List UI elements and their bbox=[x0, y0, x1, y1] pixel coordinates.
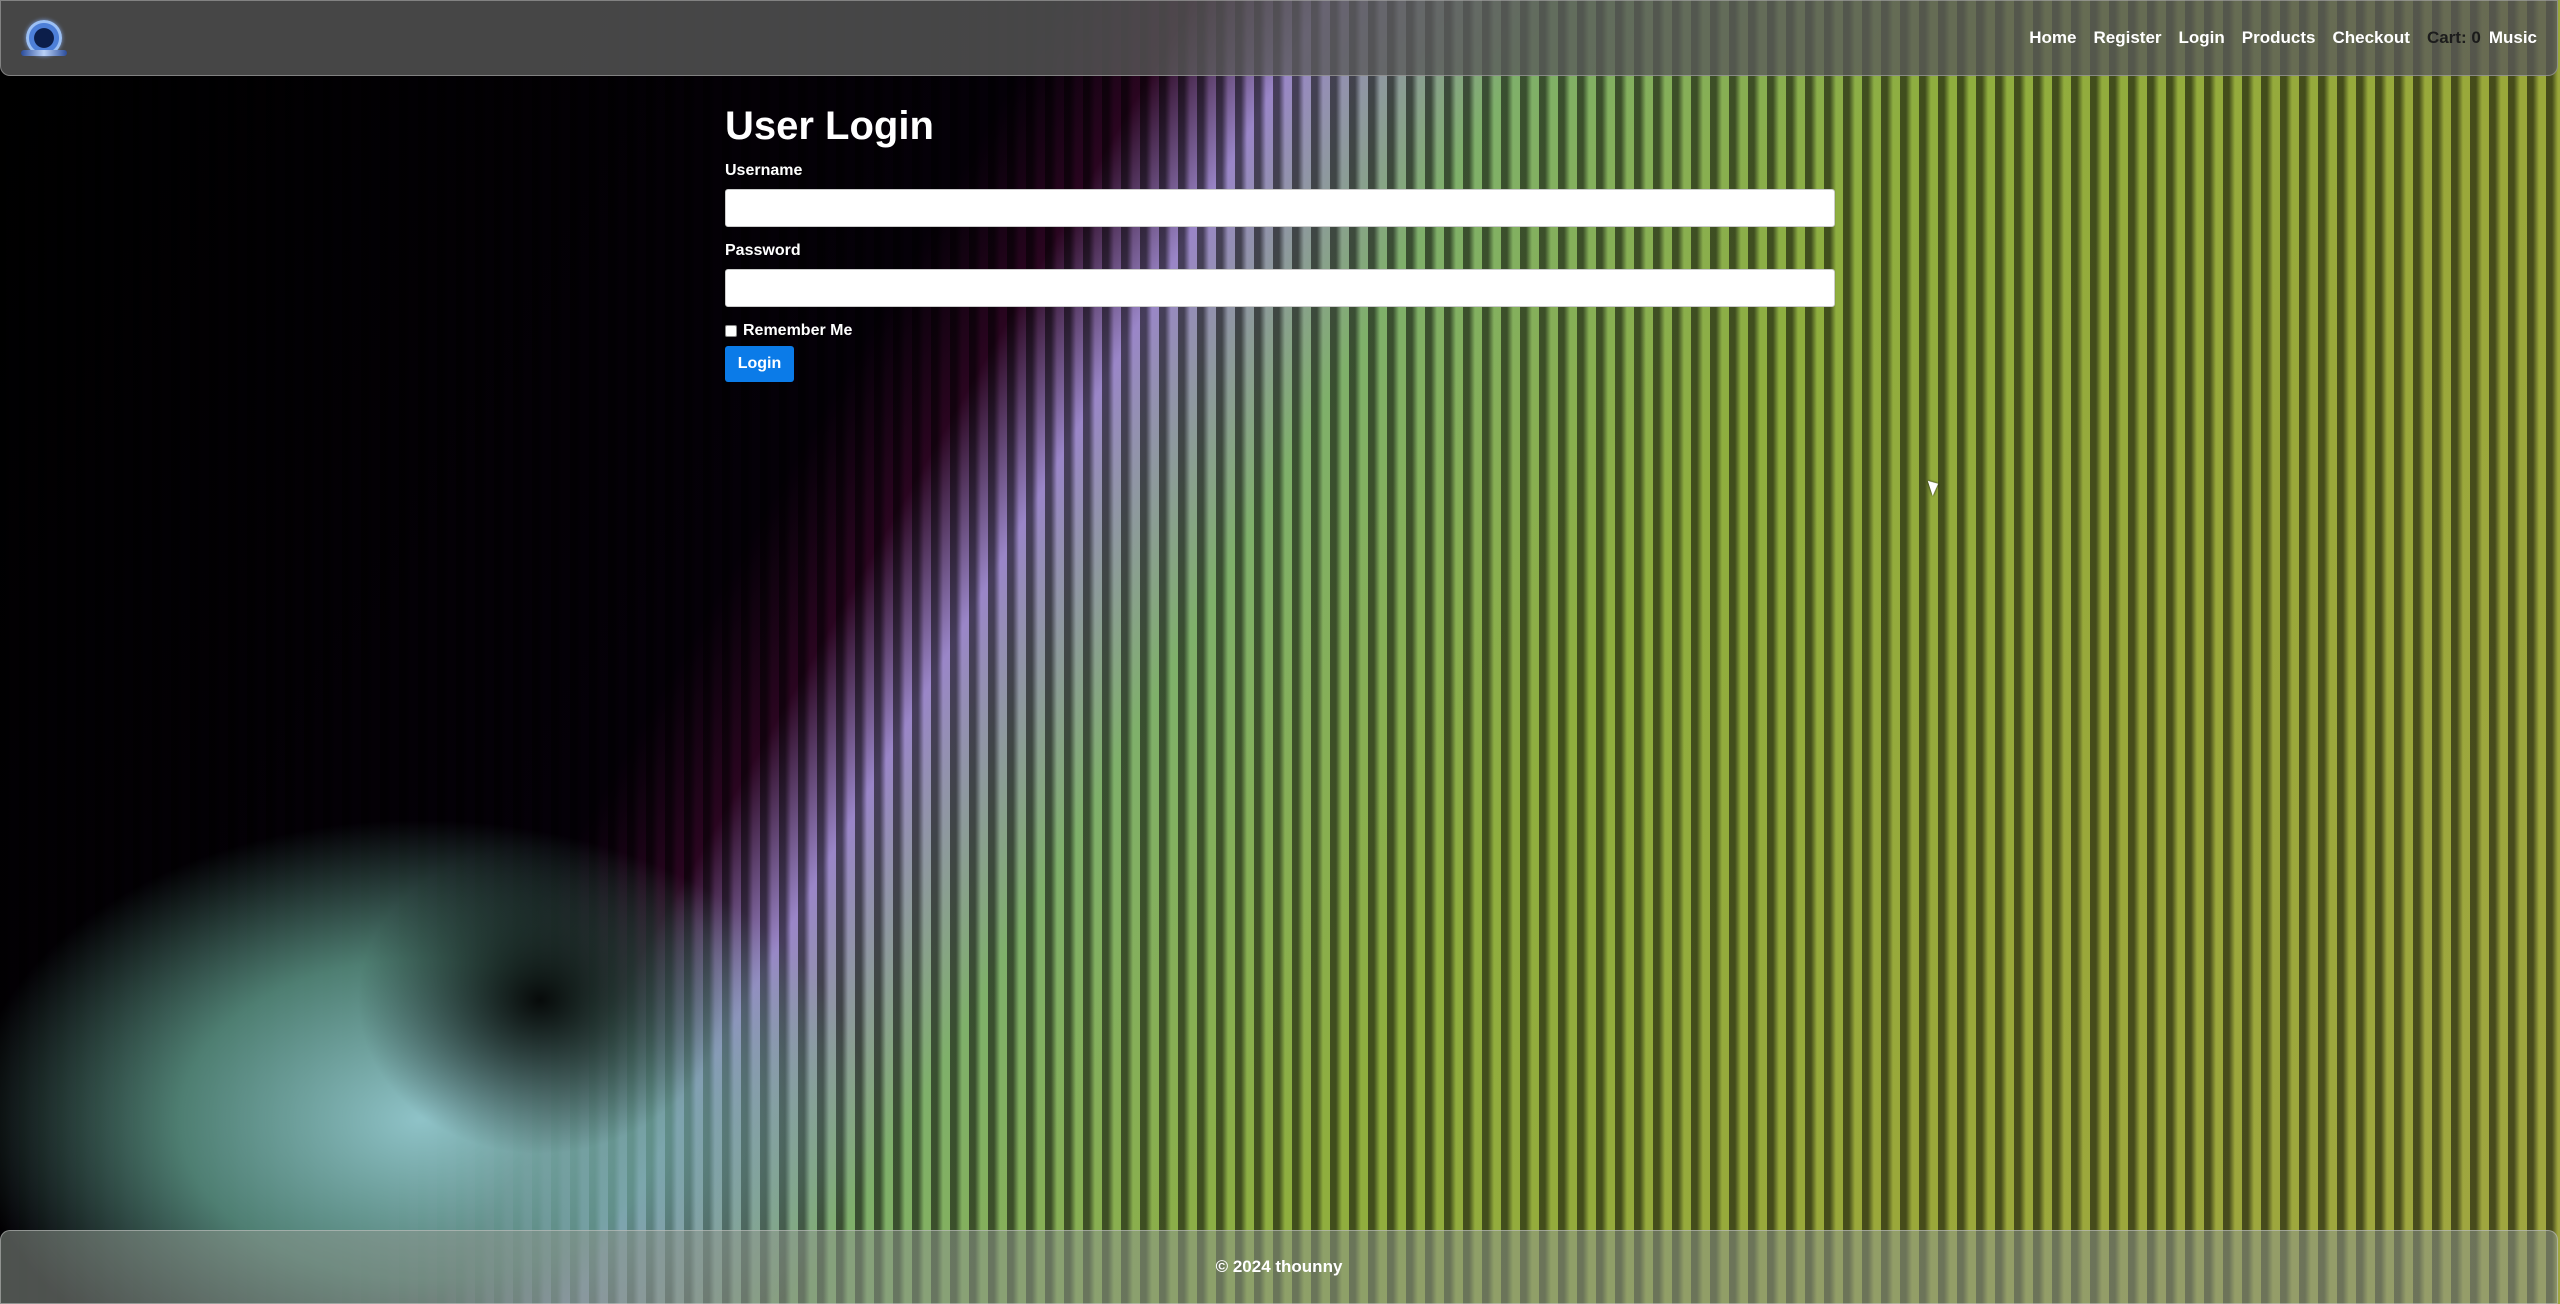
remember-me-row: Remember Me bbox=[725, 322, 1835, 340]
logo-base bbox=[21, 50, 67, 56]
headphones-logo-icon[interactable] bbox=[21, 18, 67, 58]
password-input[interactable] bbox=[725, 269, 1835, 307]
nav-link-home[interactable]: Home bbox=[2029, 28, 2076, 48]
cart-count: 0 bbox=[2471, 28, 2481, 47]
nav-link-music[interactable]: Music bbox=[2489, 28, 2537, 48]
cart-label: Cart: bbox=[2426, 28, 2467, 47]
login-button[interactable]: Login bbox=[725, 346, 794, 382]
page-title: User Login bbox=[725, 104, 934, 148]
footer: © 2024 thounny bbox=[0, 1230, 2558, 1304]
username-input[interactable] bbox=[725, 189, 1835, 227]
nav-link-register[interactable]: Register bbox=[2093, 28, 2161, 48]
navbar: Home Register Login Products Checkout Ca… bbox=[0, 0, 2558, 76]
footer-copyright: © 2024 thounny bbox=[1215, 1257, 1343, 1276]
nav-link-products[interactable]: Products bbox=[2242, 28, 2316, 48]
nav-links: Home Register Login Products Checkout Ca… bbox=[2029, 28, 2537, 48]
nav-link-login[interactable]: Login bbox=[2179, 28, 2225, 48]
mouse-cursor-icon bbox=[1927, 478, 1942, 496]
remember-me-checkbox[interactable] bbox=[725, 325, 737, 337]
nav-link-checkout[interactable]: Checkout bbox=[2332, 28, 2409, 48]
cart-indicator[interactable]: Cart: 0 bbox=[2427, 28, 2481, 48]
remember-me-label[interactable]: Remember Me bbox=[743, 322, 852, 340]
username-label: Username bbox=[725, 162, 803, 179]
password-label: Password bbox=[725, 242, 801, 259]
login-form-container: User Login Username Password Remember Me… bbox=[725, 100, 1835, 382]
